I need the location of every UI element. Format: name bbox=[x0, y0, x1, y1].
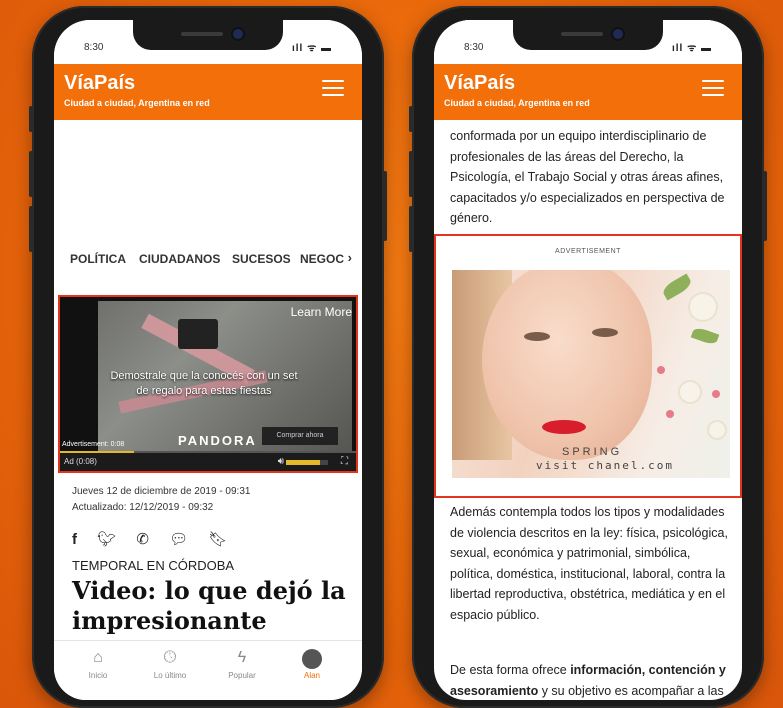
video-time: Ad (0:08) bbox=[64, 457, 97, 466]
nav-profile[interactable]: Alan bbox=[282, 649, 342, 680]
article-paragraph-end: De esta forma ofrece información, conten… bbox=[450, 660, 730, 700]
power-button bbox=[383, 171, 387, 241]
screen-right: 8:30 ıll ᯤ ▬ VíaPaís Ciudad a ciudad, Ar… bbox=[434, 20, 742, 700]
nav-label: Inicio bbox=[88, 671, 108, 680]
jewelry-box-image bbox=[178, 319, 218, 349]
share-bar: f 🐦︎ ✆ 💬︎ 🔖︎ bbox=[72, 530, 243, 548]
article-headline[interactable]: Video: lo que dejó la impresionante bbox=[72, 576, 352, 636]
status-time: 8:30 bbox=[464, 42, 484, 53]
mute-switch bbox=[409, 106, 413, 132]
site-logo[interactable]: VíaPaís bbox=[64, 72, 135, 95]
notch bbox=[133, 20, 283, 50]
site-tagline: Ciudad a ciudad, Argentina en red bbox=[64, 98, 210, 108]
video-controls: Ad (0:08) 🔊︎ ⛶ bbox=[60, 453, 356, 471]
power-button bbox=[763, 171, 767, 241]
camera-icon bbox=[233, 29, 243, 39]
paragraph-text: De esta forma ofrece bbox=[450, 663, 571, 677]
nav-label: Alan bbox=[303, 671, 320, 680]
bottom-nav: ⌂ Inicio 🕓︎ Lo último ϟ Popular Alan bbox=[54, 640, 362, 700]
video-ad[interactable]: Learn More Demostrale que la conocés con… bbox=[58, 295, 358, 473]
hamburger-icon[interactable] bbox=[702, 80, 724, 98]
ad-url[interactable]: visit chanel.com bbox=[536, 459, 674, 472]
clock-icon: 🕓︎ bbox=[163, 649, 177, 666]
whatsapp-icon[interactable]: ✆ bbox=[136, 531, 149, 548]
ad-image[interactable]: SPRING visit chanel.com bbox=[452, 270, 730, 478]
phone-mockup-left: 8:30 ıll ᯤ ▬ VíaPaís Ciudad a ciudad, Ar… bbox=[29, 6, 387, 708]
video-brand-logo: PANDORA bbox=[178, 433, 257, 448]
volume-up-button bbox=[29, 151, 33, 197]
lightning-icon: ϟ bbox=[237, 649, 247, 666]
date-updated: Actualizado: 12/12/2019 - 09:32 bbox=[72, 502, 214, 513]
chevron-right-icon[interactable]: › bbox=[343, 250, 352, 265]
tab-sucesos[interactable]: SUCESOS bbox=[232, 252, 291, 266]
mute-switch bbox=[29, 106, 33, 132]
learn-more-link[interactable]: Learn More bbox=[291, 305, 352, 319]
ad-label: ADVERTISEMENT bbox=[555, 248, 621, 255]
category-tabs: POLÍTICA CIUDADANOS SUCESOS NEGOCI › bbox=[54, 250, 362, 272]
nav-inicio[interactable]: ⌂ Inicio bbox=[68, 649, 128, 680]
date-published: Jueves 12 de diciembre de 2019 - 09:31 bbox=[72, 486, 251, 497]
volume-up-button bbox=[409, 151, 413, 197]
notch bbox=[513, 20, 663, 50]
site-tagline: Ciudad a ciudad, Argentina en red bbox=[444, 98, 590, 108]
nav-label: Lo último bbox=[153, 671, 187, 680]
app-header: VíaPaís Ciudad a ciudad, Argentina en re… bbox=[54, 64, 362, 120]
fullscreen-icon[interactable]: ⛶ bbox=[341, 456, 348, 467]
hamburger-icon[interactable] bbox=[322, 80, 344, 98]
video-caption: Demostrale que la conocés con un set de … bbox=[110, 370, 298, 397]
volume-slider[interactable] bbox=[286, 460, 328, 465]
home-icon: ⌂ bbox=[93, 649, 103, 666]
facebook-icon[interactable]: f bbox=[72, 531, 77, 548]
comment-icon[interactable]: 💬︎ bbox=[169, 531, 188, 548]
twitter-icon[interactable]: 🐦︎ bbox=[97, 531, 116, 548]
video-ad-label: Advertisement: 0:08 bbox=[62, 441, 125, 448]
tab-negocios[interactable]: NEGOCI bbox=[300, 252, 347, 266]
signal-wifi-battery-icon: ıll ᯤ ▬ bbox=[291, 43, 332, 54]
volume-down-button bbox=[409, 206, 413, 252]
article-paragraph-mid: Además contempla todos los tipos y modal… bbox=[450, 505, 728, 622]
phone-mockup-right: 8:30 ıll ᯤ ▬ VíaPaís Ciudad a ciudad, Ar… bbox=[409, 6, 767, 708]
nav-popular[interactable]: ϟ Popular bbox=[212, 649, 272, 680]
ad-headline: SPRING bbox=[562, 446, 623, 458]
lips-image bbox=[542, 420, 586, 434]
article-dates: Jueves 12 de diciembre de 2019 - 09:31 A… bbox=[72, 484, 250, 516]
article-section[interactable]: TEMPORAL EN CÓRDOBA bbox=[72, 558, 234, 573]
article-paragraph-top: conformada por un equipo interdisciplina… bbox=[450, 129, 725, 225]
tab-ciudadanos[interactable]: CIUDADANOS bbox=[139, 252, 220, 266]
site-logo[interactable]: VíaPaís bbox=[444, 72, 515, 95]
status-time: 8:30 bbox=[84, 42, 104, 53]
screen-left: 8:30 ıll ᯤ ▬ VíaPaís Ciudad a ciudad, Ar… bbox=[54, 20, 362, 700]
tab-politica[interactable]: POLÍTICA bbox=[70, 252, 126, 266]
volume-down-button bbox=[29, 206, 33, 252]
nav-lo-ultimo[interactable]: 🕓︎ Lo último bbox=[140, 649, 200, 680]
video-cta-button[interactable]: Comprar ahora bbox=[262, 427, 338, 445]
camera-icon bbox=[613, 29, 623, 39]
display-ad[interactable]: ADVERTISEMENT SPRING visit chanel.com bbox=[434, 234, 742, 498]
signal-wifi-battery-icon: ıll ᯤ ▬ bbox=[671, 43, 712, 54]
bookmark-icon[interactable]: 🔖︎ bbox=[208, 531, 227, 548]
avatar-icon bbox=[302, 649, 322, 669]
volume-icon[interactable]: 🔊︎ bbox=[278, 456, 284, 467]
paragraph-text: y su objetivo es acompañar a las bbox=[538, 683, 724, 698]
app-header: VíaPaís Ciudad a ciudad, Argentina en re… bbox=[434, 64, 742, 120]
nav-label: Popular bbox=[228, 671, 256, 680]
